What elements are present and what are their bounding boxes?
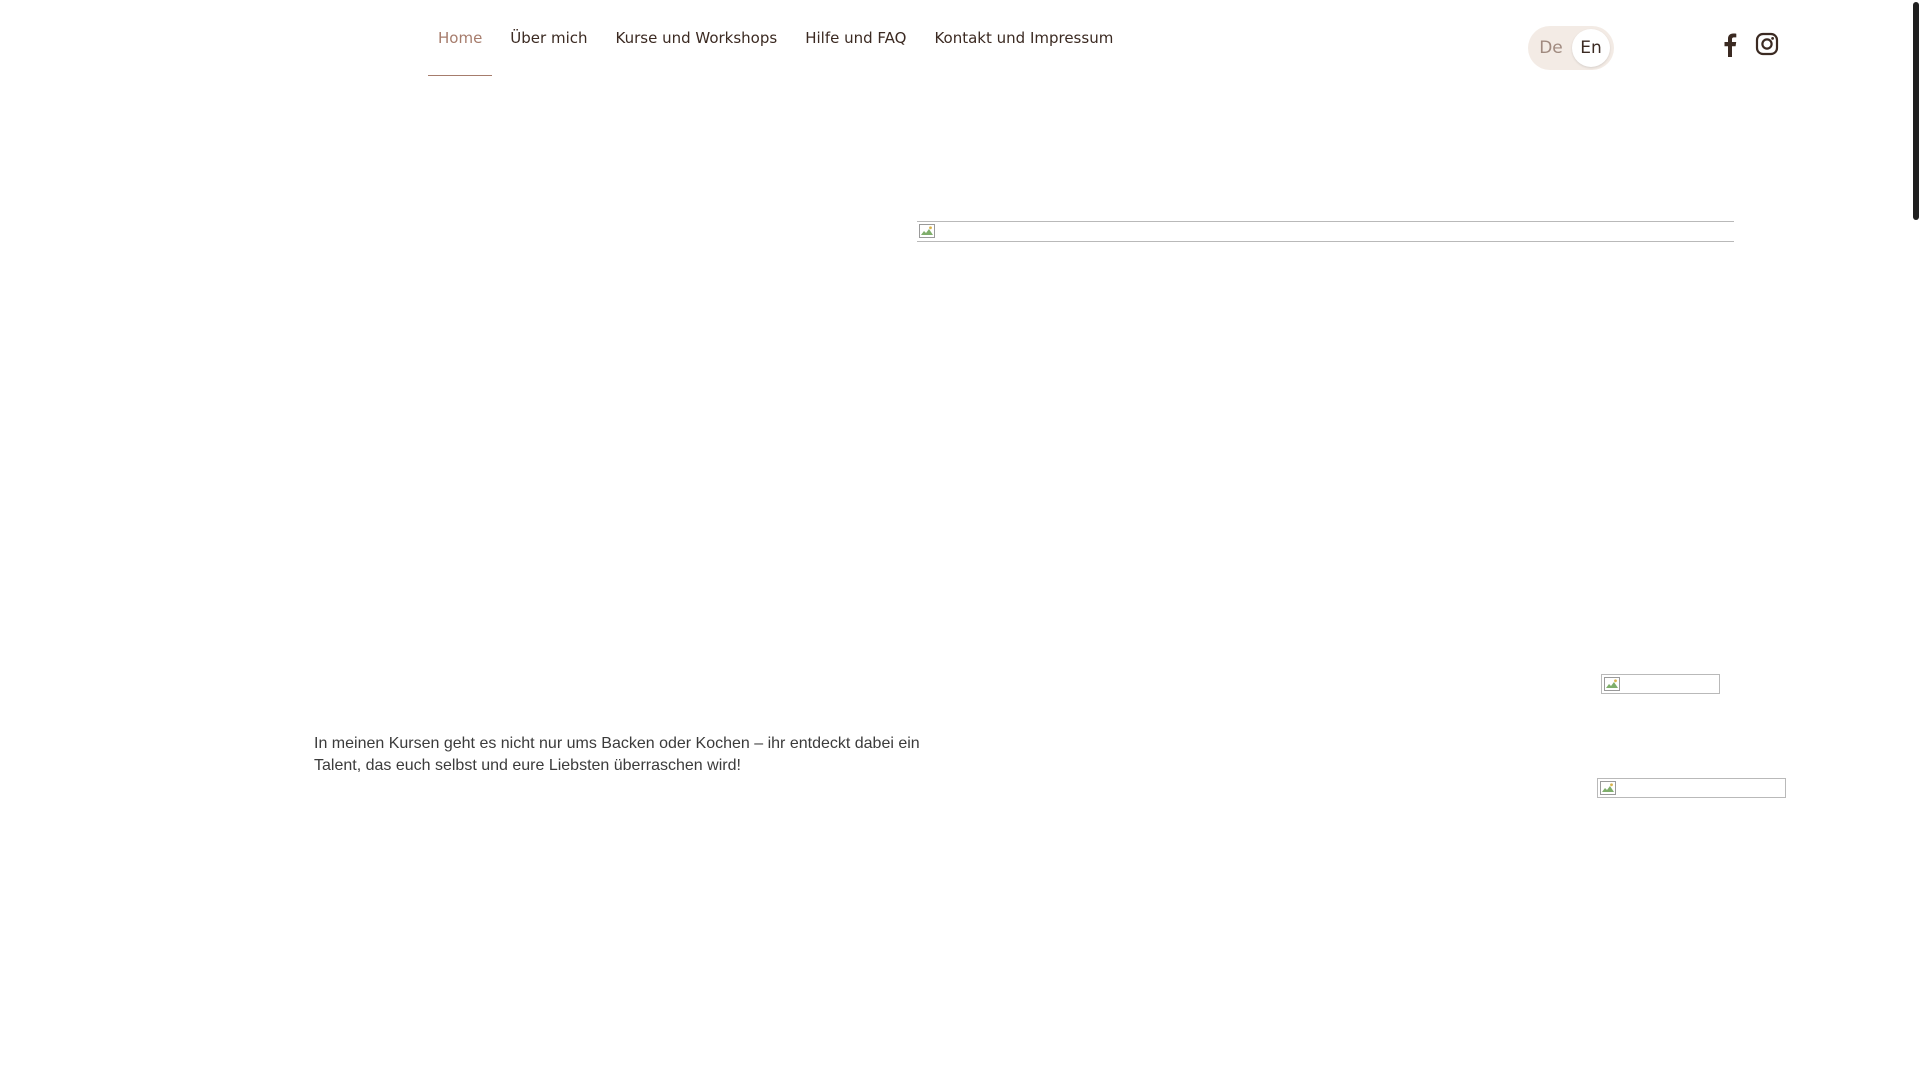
nav-item-ueber-mich[interactable]: Über mich (500, 0, 597, 76)
broken-image-icon (919, 224, 935, 238)
page-scrollbar[interactable] (1910, 0, 1920, 1080)
broken-image-icon (1600, 781, 1616, 795)
nav-item-kurse-und-workshops[interactable]: Kurse und Workshops (606, 0, 788, 76)
language-option-de[interactable]: De (1532, 29, 1570, 67)
language-option-en[interactable]: En (1572, 29, 1610, 67)
broken-image-icon (1604, 677, 1620, 691)
decorative-image-wide (1597, 778, 1786, 798)
main-nav: Home Über mich Kurse und Workshops Hilfe… (428, 0, 1131, 76)
hero-text: In meinen Kursen geht es nicht nur ums B… (314, 735, 920, 774)
nav-item-kontakt-und-impressum[interactable]: Kontakt und Impressum (924, 0, 1123, 76)
hero-image (917, 221, 1734, 242)
scrollbar-thumb[interactable] (1913, 2, 1919, 220)
nav-item-home[interactable]: Home (428, 0, 493, 76)
language-toggle[interactable]: De En (1528, 26, 1614, 70)
nav-item-hilfe-und-faq[interactable]: Hilfe und FAQ (795, 0, 916, 76)
facebook-icon[interactable] (1718, 30, 1742, 60)
decorative-image-small (1601, 674, 1720, 694)
instagram-icon[interactable] (1754, 30, 1780, 58)
